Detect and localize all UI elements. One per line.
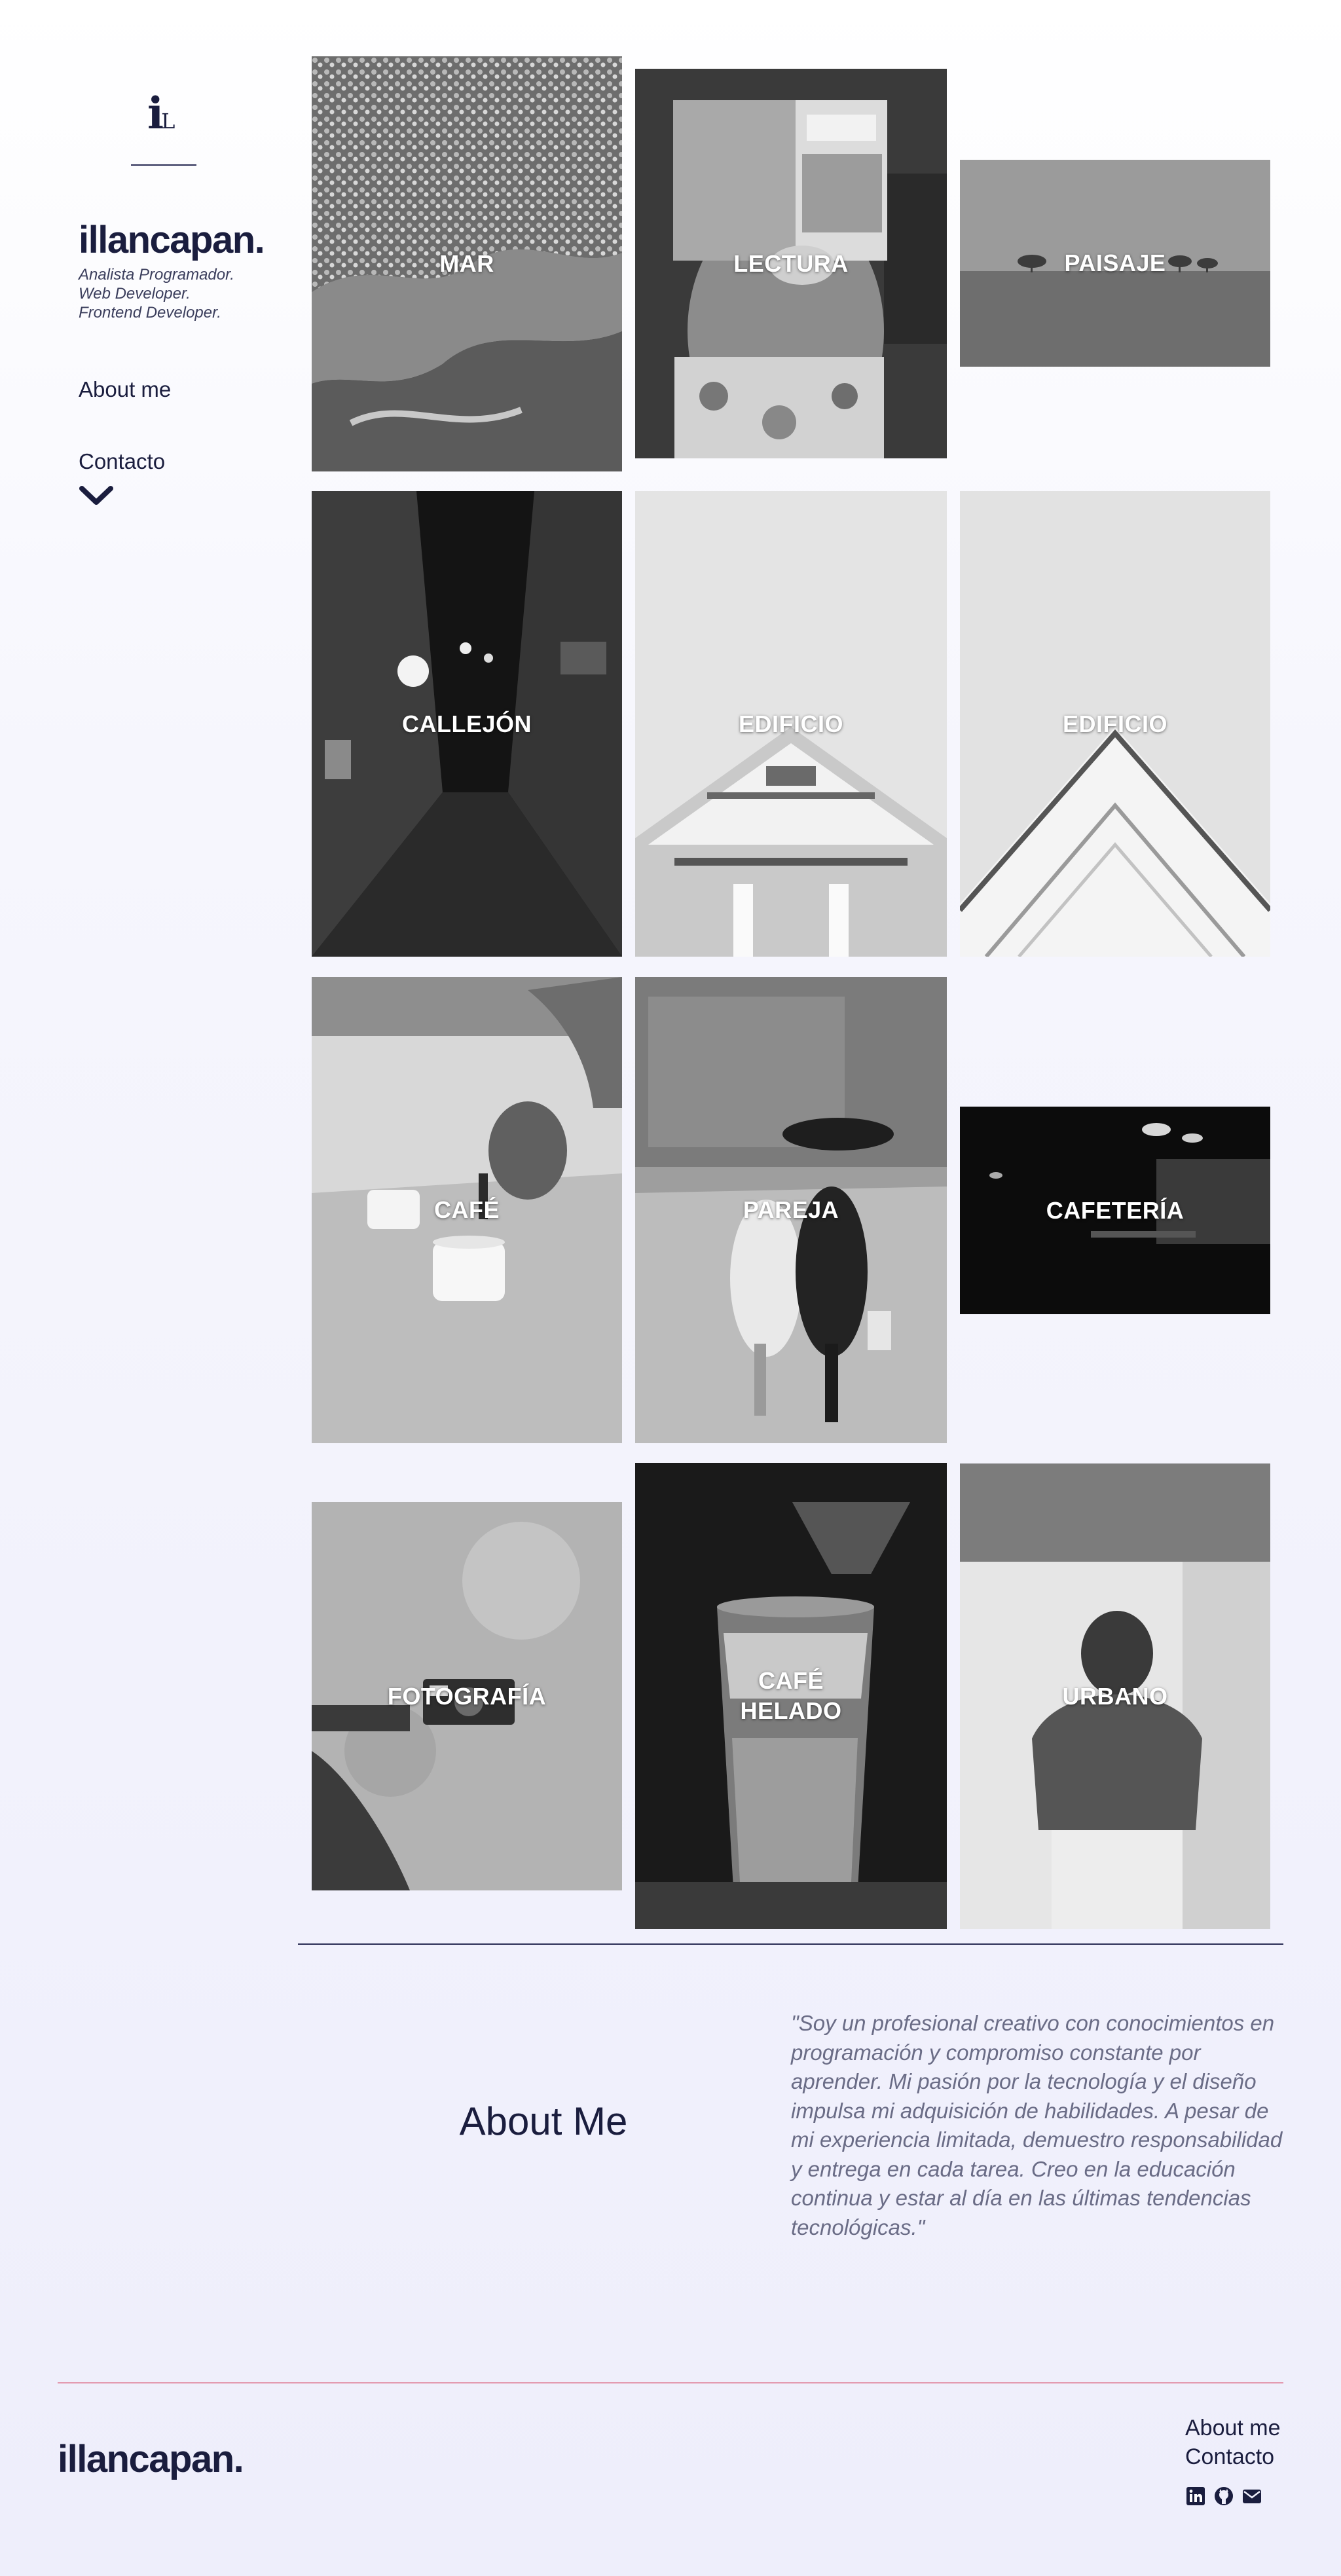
footer-nav: About me Contacto — [1185, 2414, 1281, 2471]
nav-contact-link[interactable]: Contacto — [79, 449, 165, 474]
linkedin-icon[interactable] — [1185, 2486, 1206, 2507]
tile-label: EDIFICIO — [738, 710, 843, 737]
logo-small-letter: L — [161, 109, 175, 134]
gallery-tile-cafeteria[interactable]: CAFETERÍA — [960, 1107, 1270, 1314]
gallery-tile-cafe[interactable]: CAFÉ — [312, 977, 622, 1443]
tile-label: MAR — [439, 250, 494, 277]
section-divider — [298, 1943, 1283, 1945]
tile-label: URBANO — [1062, 1682, 1168, 1710]
gallery-tile-callejon[interactable]: CALLEJÓN — [312, 491, 622, 957]
sidebar: iL illancapan. Analista Programador. Web… — [0, 0, 308, 589]
tile-label: CAFÉ HELADO — [740, 1667, 842, 1724]
gallery-tile-urbano[interactable]: URBANO — [960, 1463, 1270, 1929]
footer-brand-name[interactable]: illancapan. — [58, 2437, 244, 2481]
email-icon[interactable] — [1241, 2486, 1262, 2507]
tile-label: CAFETERÍA — [1046, 1196, 1185, 1224]
footer-about-link[interactable]: About me — [1185, 2414, 1281, 2442]
site-logo-mark[interactable]: iL — [147, 90, 187, 136]
about-title: About Me — [459, 2099, 628, 2143]
gallery-tile-edificio-2[interactable]: EDIFICIO — [960, 491, 1270, 957]
github-icon[interactable] — [1213, 2486, 1234, 2507]
nav-about-link[interactable]: About me — [79, 377, 171, 402]
tile-label: CAFÉ — [434, 1196, 500, 1223]
gallery-tile-lectura[interactable]: LECTURA — [635, 69, 947, 458]
brand-name[interactable]: illancapan. — [79, 218, 265, 262]
about-quote: "Soy un profesional creativo con conocim… — [791, 2011, 1283, 2239]
tile-label: FOTOGRAFÍA — [387, 1682, 547, 1710]
tile-label: CALLEJÓN — [401, 710, 532, 737]
gallery-tile-pareja[interactable]: PAREJA — [635, 977, 947, 1443]
footer-contact-link[interactable]: Contacto — [1185, 2442, 1281, 2471]
gallery-tile-cafe-helado[interactable]: CAFÉ HELADO — [635, 1463, 947, 1929]
tagline: Frontend Developer. — [79, 304, 221, 322]
tagline: Web Developer. — [79, 285, 191, 303]
logo-divider — [131, 164, 196, 166]
footer-divider — [58, 2382, 1283, 2383]
taglines: Analista Programador. Web Developer. Fro… — [79, 265, 234, 322]
tile-label: EDIFICIO — [1062, 710, 1167, 737]
gallery-tile-paisaje[interactable]: PAISAJE — [960, 160, 1270, 367]
gallery-tile-edificio[interactable]: EDIFICIO — [635, 491, 947, 957]
tile-label: LECTURA — [733, 249, 849, 277]
gallery-tile-fotografia[interactable]: FOTOGRAFÍA — [312, 1502, 622, 1890]
chevron-down-icon[interactable] — [79, 485, 114, 507]
tile-label: PAREJA — [743, 1196, 839, 1223]
tile-label: PAISAJE — [1064, 249, 1166, 276]
tagline: Analista Programador. — [79, 266, 234, 284]
gallery-tile-mar[interactable]: MAR — [312, 56, 622, 471]
